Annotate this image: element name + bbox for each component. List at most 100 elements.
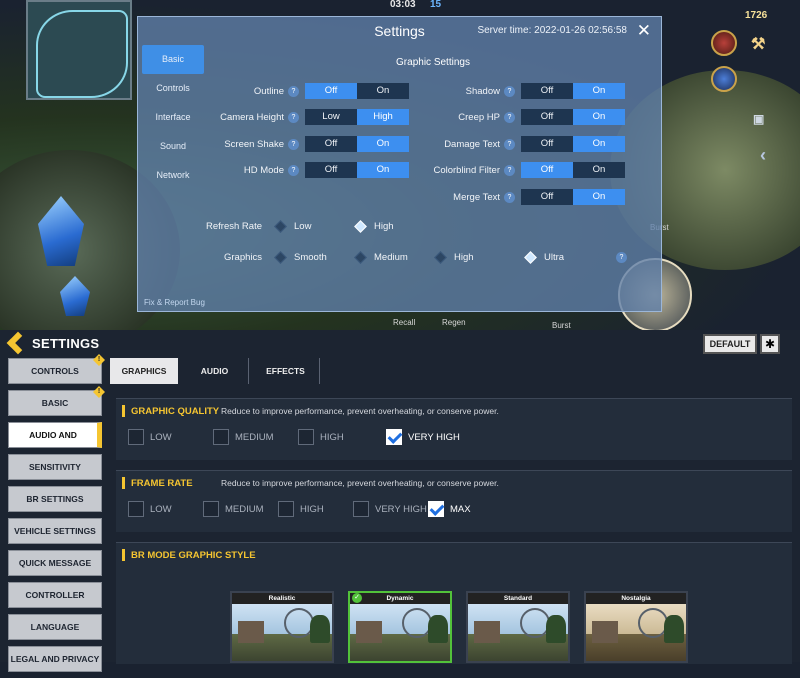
section-title: Graphic Settings [396,57,470,68]
bug-report-icon[interactable]: ✱ [760,334,780,354]
shadow-on[interactable]: On [573,83,625,99]
help-icon[interactable]: ? [504,85,515,97]
gq-high-checkbox[interactable]: HIGH [298,429,386,445]
camera-height-high[interactable]: High [357,109,409,125]
style-card-dynamic[interactable]: Dynamic ✓ [348,591,452,663]
chat-icon[interactable]: ▣ [753,112,764,126]
close-icon[interactable]: ✕ [637,21,651,41]
style-card-standard[interactable]: Standard [466,591,570,663]
card-tree [664,615,684,643]
sidebar-item-quick-message[interactable]: QUICK MESSAGE [8,550,102,576]
help-icon[interactable]: ? [288,85,299,97]
gq-medium-checkbox[interactable]: MEDIUM [213,429,298,445]
outline-off[interactable]: Off [305,83,357,99]
graphics-row: Graphics Smooth Medium High Ultra ? [196,248,633,266]
fr-max-checkbox[interactable]: MAX [428,501,471,517]
sidebar-item-audio-and-graphics[interactable]: AUDIO AND GRAPHICS [8,422,102,464]
default-button[interactable]: DEFAULT [703,334,757,354]
tab-graphics[interactable]: GRAPHICS [110,358,178,384]
style-card-nostalgia[interactable]: Nostalgia [584,591,688,663]
help-icon[interactable]: ? [504,164,515,176]
sidebar-item-language[interactable]: LANGUAGE [8,614,102,640]
camera-height-low[interactable]: Low [305,109,357,125]
sidebar-item-controls[interactable]: CONTROLS! [8,354,105,384]
hd-mode-row: HD Mode ? Off On [208,162,409,178]
help-icon[interactable]: ? [288,111,299,123]
card-house [474,621,500,643]
creep-hp-on[interactable]: On [573,109,625,125]
colorblind-filter-off[interactable]: Off [521,162,573,178]
tab-interface[interactable]: Interface [142,103,204,132]
frame-rate-options: LOW MEDIUM HIGH VERY HIGH MAX [116,495,792,523]
sidebar-item-label: BR SETTINGS [26,494,84,504]
sidebar-item-label: CONTROLLER [25,590,85,600]
graphics-smooth-option[interactable]: Smooth [274,250,356,264]
sidebar-item-controller[interactable]: CONTROLLER [8,582,102,608]
graphics-medium-option[interactable]: Medium [354,250,436,264]
help-icon[interactable]: ? [288,164,299,176]
screen-shake-label: Screen Shake [224,138,284,150]
expand-arrow-icon[interactable]: ‹ [760,145,766,166]
outline-on[interactable]: On [357,83,409,99]
kill-count: 15 [430,0,442,10]
shadow-label: Shadow [465,85,500,97]
fr-very-high-checkbox[interactable]: VERY HIGH [353,501,428,517]
colorblind-filter-toggle: Off On [521,162,625,178]
outline-row: Outline ? Off On [208,83,409,99]
creep-hp-off[interactable]: Off [521,109,573,125]
help-icon[interactable]: ? [616,251,627,263]
item-icon[interactable] [711,66,737,92]
damage-text-on[interactable]: On [573,136,625,152]
hd-mode-label: HD Mode [243,164,284,176]
option-label: MAX [450,503,471,515]
graphics-high-option[interactable]: High [434,250,526,264]
fr-high-checkbox[interactable]: HIGH [278,501,353,517]
tab-basic[interactable]: Basic [142,45,204,74]
help-icon[interactable]: ? [288,138,299,150]
ml-settings-panel: Settings Server time: 2022-01-26 02:56:5… [137,16,662,312]
style-card-realistic[interactable]: Realistic [230,591,334,663]
outline-toggle: Off On [305,83,409,99]
screen-shake-off[interactable]: Off [305,136,357,152]
sidebar-item-vehicle-settings[interactable]: VEHICLE SETTINGS [8,518,102,544]
shop-icon[interactable]: ⚒ [751,34,765,54]
hd-mode-off[interactable]: Off [305,162,357,178]
option-label: MEDIUM [235,431,274,443]
tab-network[interactable]: Network [142,161,204,190]
card-tree [428,615,448,643]
shadow-toggle: Off On [521,83,625,99]
shadow-row: Shadow ? Off On [424,83,625,99]
back-arrow-icon[interactable] [6,331,30,355]
damage-text-off[interactable]: Off [521,136,573,152]
hd-mode-on[interactable]: On [357,162,409,178]
fr-medium-checkbox[interactable]: MEDIUM [203,501,278,517]
sidebar-item-basic[interactable]: BASIC! [8,386,105,416]
outline-label: Outline [253,85,284,97]
tab-controls[interactable]: Controls [142,74,204,103]
colorblind-filter-on[interactable]: On [573,162,625,178]
gq-very-high-checkbox[interactable]: VERY HIGH [386,429,460,445]
help-icon[interactable]: ? [504,111,515,123]
screen-shake-row: Screen Shake ? Off On [208,136,409,152]
sidebar-item-br-settings[interactable]: BR SETTINGS [8,486,102,512]
shadow-off[interactable]: Off [521,83,573,99]
tab-audio[interactable]: AUDIO [181,358,249,384]
help-icon[interactable]: ? [504,191,515,203]
bug-report-link[interactable]: Fix & Report Bug [144,298,205,307]
refresh-low-option[interactable]: Low [274,219,356,233]
screen-shake-on[interactable]: On [357,136,409,152]
tab-sound[interactable]: Sound [142,132,204,161]
gq-low-checkbox[interactable]: LOW [128,429,213,445]
fr-low-checkbox[interactable]: LOW [128,501,203,517]
merge-text-off[interactable]: Off [521,189,573,205]
refresh-high-option[interactable]: High [354,219,436,233]
help-icon[interactable]: ? [504,138,515,150]
tab-effects[interactable]: EFFECTS [252,358,320,384]
graphics-ultra-option[interactable]: Ultra [524,250,606,264]
item-icon[interactable] [711,30,737,56]
merge-text-on[interactable]: On [573,189,625,205]
minimap[interactable] [26,0,132,100]
sidebar-item-sensitivity[interactable]: SENSITIVITY [8,454,102,480]
sidebar-item-legal-and-privacy[interactable]: LEGAL AND PRIVACY [8,646,102,672]
selected-check-icon: ✓ [352,593,362,603]
